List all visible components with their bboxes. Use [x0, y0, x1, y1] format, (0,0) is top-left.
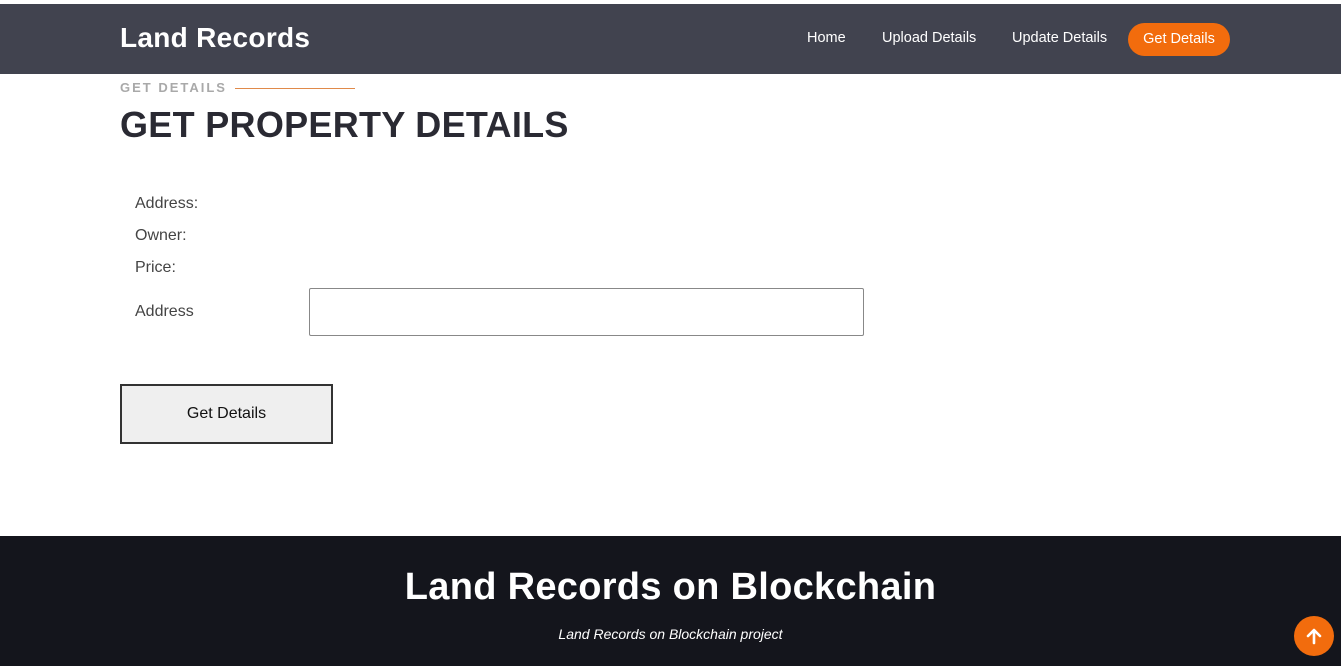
nav-home[interactable]: Home: [807, 30, 846, 46]
footer: Land Records on Blockchain Land Records …: [0, 536, 1341, 666]
brand-logo[interactable]: Land Records: [120, 22, 310, 54]
detail-price-label: Price:: [135, 259, 176, 276]
detail-address-label: Address:: [135, 195, 199, 212]
nav-upload-details[interactable]: Upload Details: [882, 30, 976, 46]
footer-subtitle: Land Records on Blockchain project: [558, 626, 783, 642]
get-details-button[interactable]: Get Details: [120, 384, 333, 444]
navbar: Land Records Home Upload Details Update …: [0, 4, 1341, 74]
scroll-to-top-button[interactable]: [1294, 616, 1334, 656]
section-divider: [235, 88, 355, 89]
section-label: GET DETAILS: [120, 80, 227, 95]
nav-get-details[interactable]: Get Details: [1128, 23, 1230, 56]
address-input[interactable]: [309, 288, 864, 336]
nav-update-details[interactable]: Update Details: [1012, 30, 1107, 46]
footer-title: Land Records on Blockchain: [404, 566, 937, 608]
detail-owner-label: Owner:: [135, 227, 187, 244]
page-title: GET PROPERTY DETAILS: [120, 104, 569, 145]
address-field-label: Address: [135, 303, 194, 320]
arrow-up-icon: [1306, 628, 1322, 645]
